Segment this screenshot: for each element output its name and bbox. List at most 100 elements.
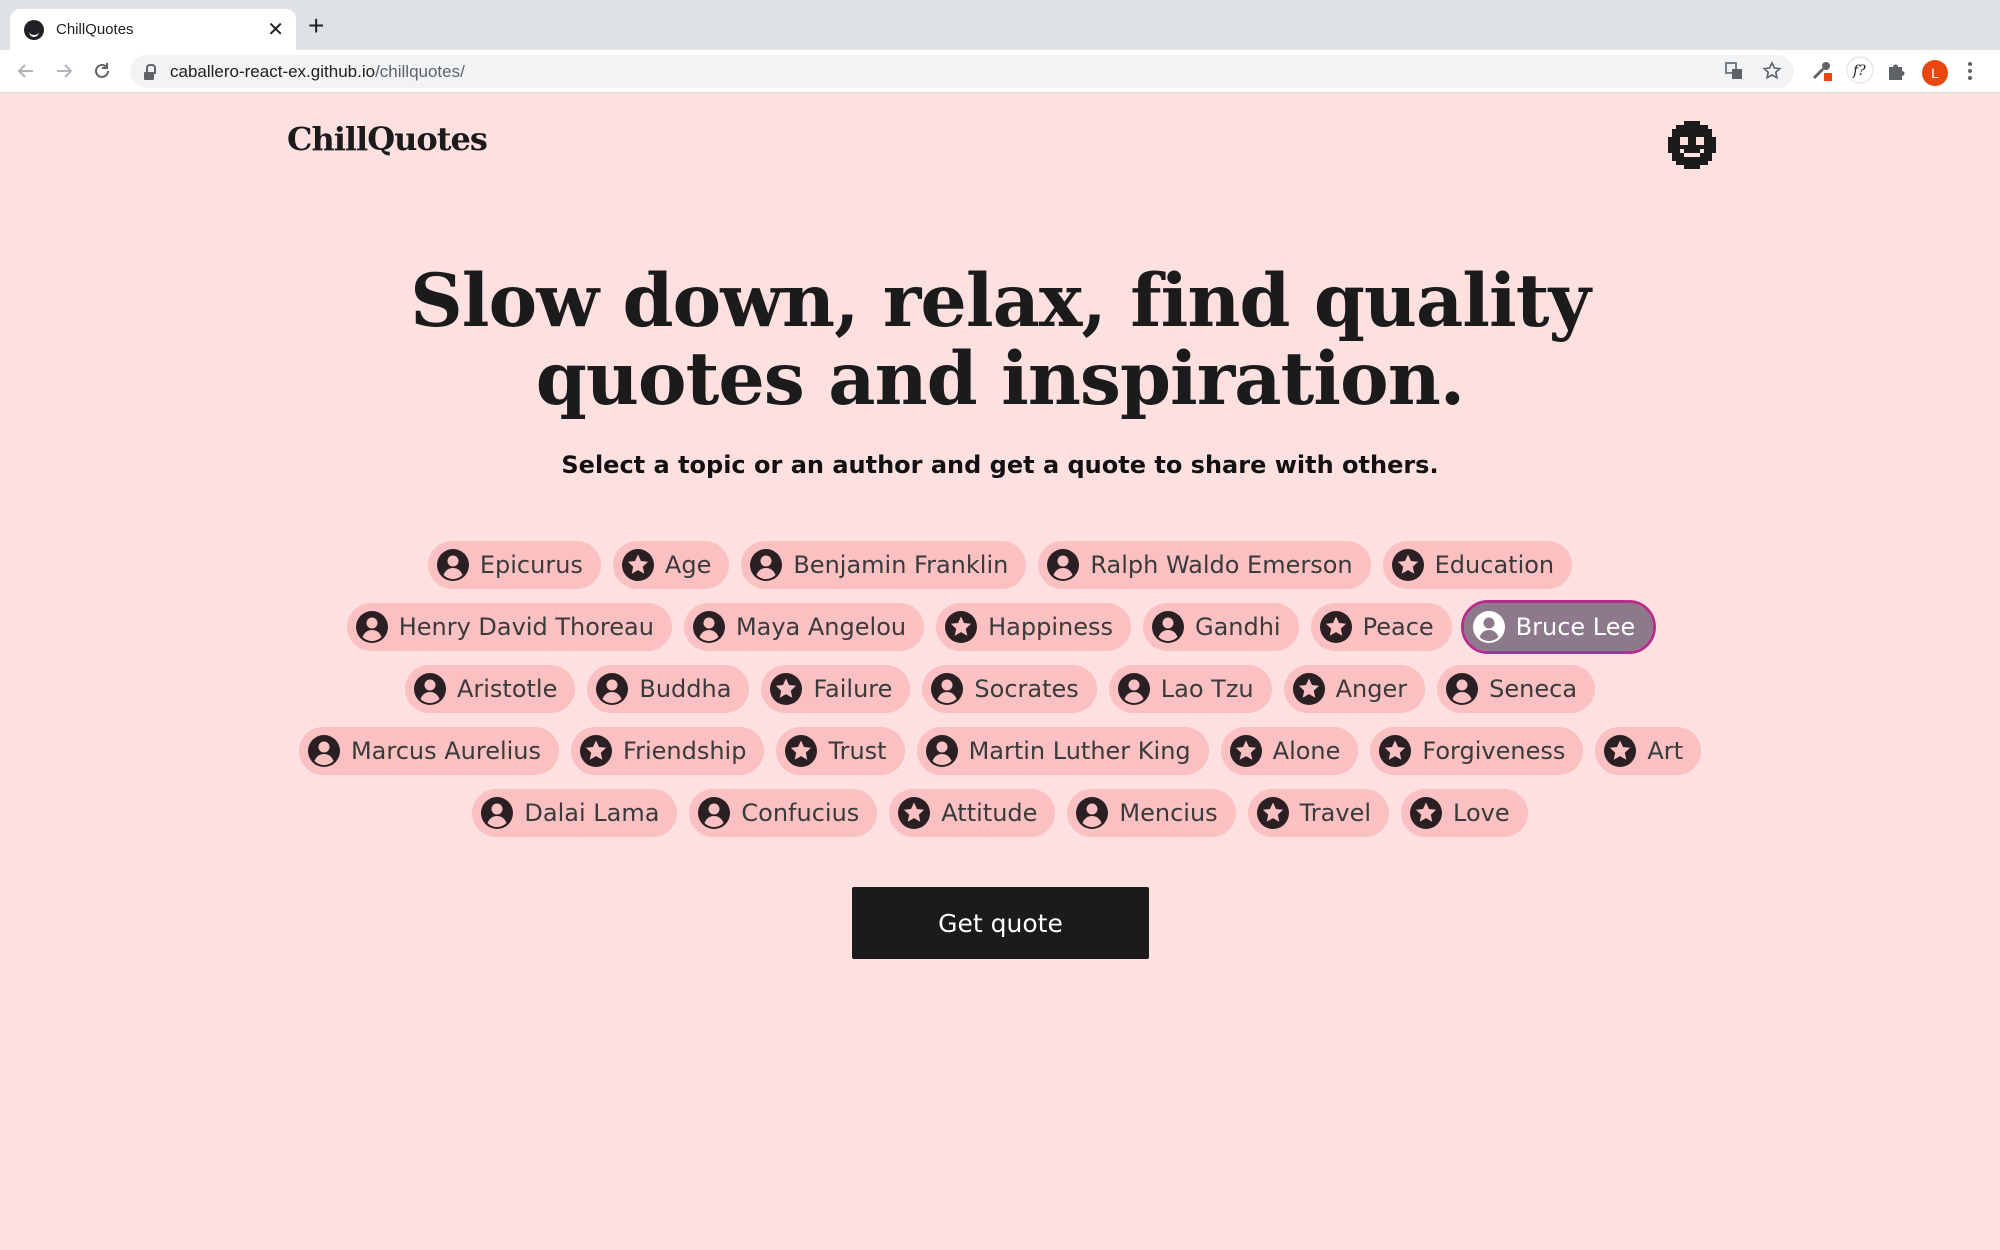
chip-epicurus[interactable]: Epicurus (427, 541, 601, 589)
chip-label: Maya Angelou (735, 613, 907, 641)
chip-aristotle[interactable]: Aristotle (404, 665, 576, 713)
person-icon (1151, 610, 1185, 644)
person-icon (480, 796, 514, 830)
chip-happiness[interactable]: Happiness (936, 603, 1131, 651)
star-icon (1256, 796, 1290, 830)
chip-label: Bruce Lee (1515, 613, 1636, 641)
chip-label: Trust (828, 737, 887, 765)
chip-henry-david-thoreau[interactable]: Henry David Thoreau (346, 603, 672, 651)
chip-marcus-aurelius[interactable]: Marcus Aurelius (298, 727, 560, 775)
person-icon (595, 672, 629, 706)
chip-label: Seneca (1489, 675, 1578, 703)
profile-avatar[interactable]: L (1922, 60, 1948, 86)
chip-label: Henry David Thoreau (398, 613, 654, 641)
pixel-smiley-icon[interactable] (1668, 121, 1716, 169)
star-icon (944, 610, 978, 644)
chip-label: Anger (1335, 675, 1408, 703)
chip-peace[interactable]: Peace (1310, 603, 1452, 651)
chip-age[interactable]: Age (612, 541, 730, 589)
person-icon (925, 734, 959, 768)
chip-label: Art (1647, 737, 1684, 765)
star-icon (897, 796, 931, 830)
person-icon (1472, 610, 1506, 644)
get-quote-button[interactable]: Get quote (852, 887, 1149, 959)
chip-friendship[interactable]: Friendship (571, 727, 765, 775)
chip-label: Peace (1362, 613, 1434, 641)
browser-toolbar: caballero-react-ex.github.io/chillquotes… (0, 50, 2000, 93)
chip-socrates[interactable]: Socrates (922, 665, 1097, 713)
chip-forgiveness[interactable]: Forgiveness (1370, 727, 1584, 775)
chip-benjamin-franklin[interactable]: Benjamin Franklin (741, 541, 1027, 589)
hero-title-line-1: Slow down, relax, find quality (410, 258, 1591, 344)
url-host: caballero-react-ex.github.io (170, 61, 376, 81)
eyedropper-extension-icon[interactable] (1810, 58, 1834, 88)
hero-title-line-2: quotes and inspiration. (535, 336, 1465, 422)
chip-seneca[interactable]: Seneca (1437, 665, 1596, 713)
chip-label: Ralph Waldo Emerson (1090, 551, 1353, 579)
person-icon (307, 734, 341, 768)
close-tab-icon[interactable]: ✕ (267, 20, 284, 40)
smiley-favicon-icon (24, 19, 44, 40)
chip-label: Gandhi (1194, 613, 1281, 641)
person-icon (1117, 672, 1151, 706)
bookmark-star-icon[interactable] (1762, 61, 1782, 86)
topic-author-chip-list: Epicurus Age Benjamin Franklin Ralph Waldo … (285, 541, 1715, 837)
back-arrow-icon[interactable] (13, 58, 39, 84)
kebab-menu-icon[interactable] (1966, 60, 1974, 88)
chip-label: Epicurus (479, 551, 583, 579)
chip-art[interactable]: Art (1595, 727, 1702, 775)
person-icon (697, 796, 731, 830)
star-icon (784, 734, 818, 768)
chip-label: Confucius (741, 799, 860, 827)
chip-alone[interactable]: Alone (1220, 727, 1359, 775)
chip-education[interactable]: Education (1382, 541, 1573, 589)
star-icon (1292, 672, 1326, 706)
url-path: /chillquotes/ (375, 61, 465, 81)
chip-ralph-waldo-emerson[interactable]: Ralph Waldo Emerson (1038, 541, 1371, 589)
star-icon (1603, 734, 1637, 768)
chip-label: Friendship (623, 737, 747, 765)
chip-bruce-lee[interactable]: Bruce Lee (1460, 600, 1657, 654)
chip-maya-angelou[interactable]: Maya Angelou (683, 603, 925, 651)
person-icon (436, 548, 470, 582)
address-bar[interactable]: caballero-react-ex.github.io/chillquotes… (130, 55, 1794, 88)
forward-arrow-icon[interactable] (51, 58, 77, 84)
chip-confucius[interactable]: Confucius (689, 789, 878, 837)
hero-title: Slow down, relax, find quality quotes an… (0, 262, 2000, 418)
new-tab-icon[interactable]: + (308, 12, 324, 40)
chip-love[interactable]: Love (1401, 789, 1528, 837)
person-icon (749, 548, 783, 582)
chip-buddha[interactable]: Buddha (587, 665, 750, 713)
browser-tab[interactable]: ChillQuotes ✕ (10, 9, 296, 50)
chip-label: Martin Luther King (968, 737, 1191, 765)
chip-attitude[interactable]: Attitude (889, 789, 1056, 837)
chip-anger[interactable]: Anger (1283, 665, 1426, 713)
extensions-puzzle-icon[interactable] (1886, 60, 1908, 88)
translate-icon[interactable] (1724, 61, 1744, 86)
svg-text:f?: f? (1852, 63, 1866, 79)
chip-gandhi[interactable]: Gandhi (1142, 603, 1299, 651)
chip-label: Marcus Aurelius (350, 737, 542, 765)
person-icon (355, 610, 389, 644)
chip-mencius[interactable]: Mencius (1067, 789, 1236, 837)
browser-tab-strip: ChillQuotes ✕ + (0, 0, 2000, 50)
chip-lao-tzu[interactable]: Lao Tzu (1108, 665, 1272, 713)
chip-label: Aristotle (456, 675, 558, 703)
chip-martin-luther-king[interactable]: Martin Luther King (916, 727, 1209, 775)
chip-label: Mencius (1119, 799, 1218, 827)
reload-icon[interactable] (89, 58, 115, 84)
chip-label: Dalai Lama (524, 799, 660, 827)
chip-trust[interactable]: Trust (776, 727, 905, 775)
chip-label: Happiness (988, 613, 1113, 641)
chip-label: Failure (813, 675, 893, 703)
chip-travel[interactable]: Travel (1247, 789, 1390, 837)
chip-dalai-lama[interactable]: Dalai Lama (472, 789, 678, 837)
star-icon (1229, 734, 1263, 768)
site-logo[interactable]: ChillQuotes (287, 120, 488, 158)
chip-failure[interactable]: Failure (761, 665, 911, 713)
chip-label: Travel (1299, 799, 1372, 827)
person-icon (1046, 548, 1080, 582)
font-extension-icon[interactable]: f? (1846, 56, 1874, 90)
star-icon (769, 672, 803, 706)
chip-label: Education (1434, 551, 1555, 579)
